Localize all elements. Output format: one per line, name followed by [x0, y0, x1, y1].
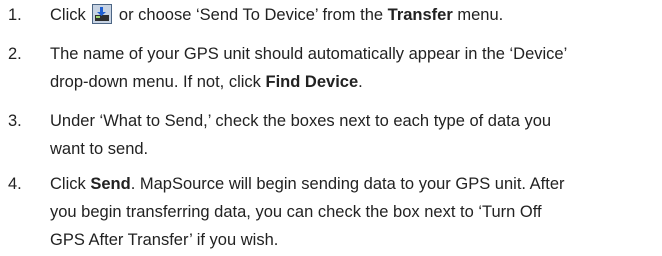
text-fragment: . MapSource will begin sending data to y…	[130, 175, 565, 193]
step-number: 3.	[8, 112, 22, 130]
step-number: 1.	[8, 6, 22, 24]
step-line: Click Send. MapSource will begin sending…	[50, 170, 656, 198]
step-line: you begin transferring data, you can che…	[50, 203, 542, 221]
step-number: 2.	[8, 45, 22, 63]
step-line: Click or choose ‘Send To Device’ from th…	[50, 1, 656, 29]
step-text: Under ‘What to Send,’ check the boxes ne…	[50, 107, 656, 163]
step-number: 4.	[8, 175, 22, 193]
step-text: Click or choose ‘Send To Device’ from th…	[50, 1, 656, 29]
text-fragment: Click	[50, 175, 91, 193]
button-name-find-device: Find Device	[265, 73, 359, 91]
text-fragment: .	[358, 73, 363, 91]
text-fragment: Click	[50, 6, 91, 24]
step-text: The name of your GPS unit should automat…	[50, 40, 656, 96]
text-fragment: or choose ‘Send To Device’ from the	[114, 6, 388, 24]
step-line: The name of your GPS unit should automat…	[50, 45, 568, 63]
step-line: GPS After Transfer’ if you wish.	[50, 231, 279, 249]
menu-name-transfer: Transfer	[387, 6, 453, 24]
step-line: want to send.	[50, 140, 149, 158]
send-to-device-icon	[92, 4, 113, 24]
button-name-send: Send	[90, 175, 131, 193]
text-fragment: menu.	[452, 6, 504, 24]
step-line: Under ‘What to Send,’ check the boxes ne…	[50, 112, 552, 130]
text-fragment: drop-down menu. If not, click	[50, 73, 266, 91]
step-line: drop-down menu. If not, click Find Devic…	[50, 68, 656, 96]
step-text: Click Send. MapSource will begin sending…	[50, 170, 656, 254]
